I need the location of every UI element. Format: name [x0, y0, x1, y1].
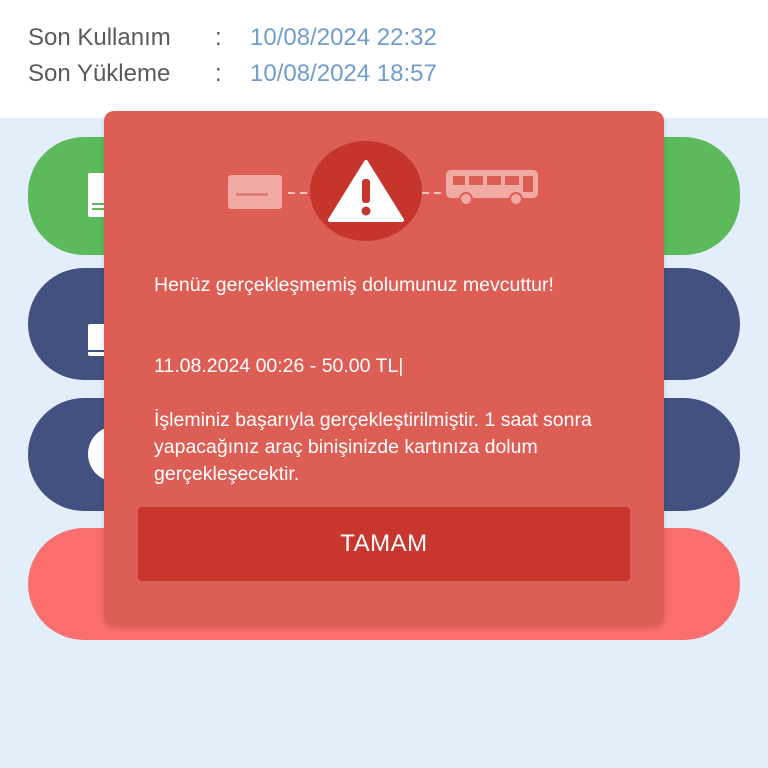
ok-button[interactable]: TAMAM: [138, 507, 630, 581]
last-load-separator: :: [215, 60, 222, 87]
pending-load-dialog: Henüz gerçekleşmemiş dolumunuz mevcuttur…: [104, 111, 664, 626]
dialog-message-title: Henüz gerçekleşmemiş dolumunuz mevcuttur…: [154, 274, 554, 296]
card-icon: [228, 175, 282, 209]
last-use-value: 10/08/2024 22:32: [250, 24, 437, 51]
dialog-pending-load: 11.08.2024 00:26 - 50.00 TL|: [154, 355, 404, 377]
last-use-label: Son Kullanım: [28, 24, 171, 51]
last-load-row: Son Yükleme : 10/08/2024 18:57: [28, 59, 437, 89]
dashed-connector: [288, 192, 312, 194]
last-use-separator: :: [215, 24, 222, 51]
dialog-icon-row: [104, 141, 664, 241]
warning-circle: [310, 141, 422, 241]
last-load-value: 10/08/2024 18:57: [250, 60, 437, 87]
last-load-label: Son Yükleme: [28, 60, 171, 87]
warning-icon: [328, 160, 404, 222]
dialog-message-body: İşleminiz başarıyla gerçekleştirilmiştir…: [154, 409, 592, 485]
last-use-row: Son Kullanım : 10/08/2024 22:32: [28, 23, 437, 53]
bus-icon: [446, 170, 538, 206]
dashed-connector: [422, 192, 446, 194]
